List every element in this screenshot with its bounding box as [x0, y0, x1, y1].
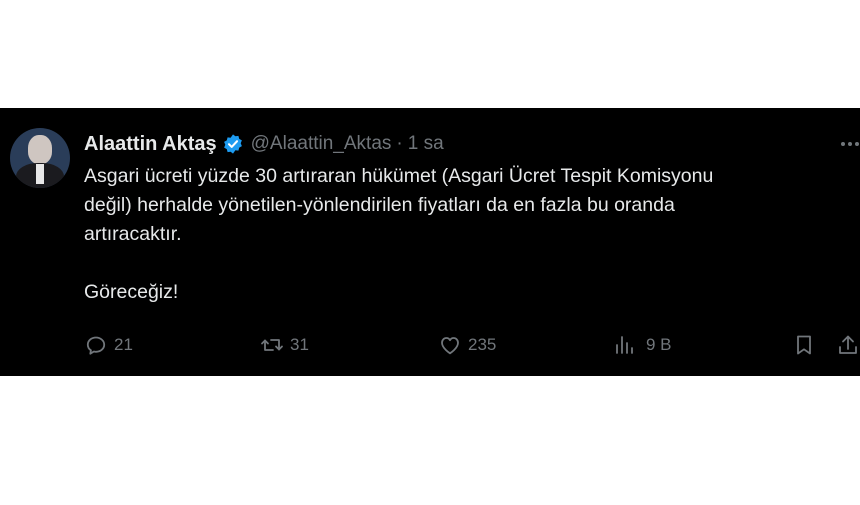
- author-handle[interactable]: @Alaattin_Aktas: [251, 133, 392, 155]
- share-button[interactable]: [836, 330, 860, 360]
- avatar-shirt: [36, 164, 44, 184]
- like-count: 235: [468, 335, 497, 354]
- retweet-button[interactable]: 31: [260, 330, 309, 360]
- avatar[interactable]: [10, 128, 70, 188]
- reply-icon: [86, 336, 106, 355]
- retweet-icon: [261, 339, 283, 351]
- tweet-card[interactable]: Alaattin Aktaş @Alaattin_Aktas · 1 sa As…: [0, 108, 860, 376]
- bookmark-icon: [797, 335, 811, 355]
- author-name[interactable]: Alaattin Aktaş: [84, 133, 217, 156]
- tweet-text: Asgari ücreti yüzde 30 artıraran hükümet…: [84, 162, 860, 307]
- reply-count: 21: [114, 335, 133, 354]
- retweet-count: 31: [290, 335, 309, 354]
- tweet-actions: 21 31 235 9 B: [0, 330, 860, 360]
- verified-badge-icon[interactable]: [222, 133, 244, 155]
- views-button[interactable]: 9 B: [612, 330, 672, 360]
- share-icon: [839, 335, 857, 354]
- views-chart-icon: [616, 336, 633, 354]
- tweet-text-line: değil) herhalde yönetilen-yönlendirilen …: [84, 194, 675, 216]
- reply-button[interactable]: 21: [84, 330, 133, 360]
- more-options-icon[interactable]: [838, 132, 860, 156]
- heart-icon: [441, 337, 459, 355]
- tweet-text-line: Göreceğiz!: [84, 281, 179, 303]
- views-count: 9 B: [646, 335, 672, 354]
- tweet-text-line: artıracaktır.: [84, 223, 182, 245]
- header-separator: ·: [396, 133, 403, 154]
- tweet-text-line: Asgari ücreti yüzde 30 artıraran hükümet…: [84, 165, 714, 187]
- like-button[interactable]: 235: [438, 330, 496, 360]
- bookmark-button[interactable]: [792, 330, 816, 360]
- tweet-timestamp[interactable]: 1 sa: [408, 133, 444, 155]
- tweet-header: Alaattin Aktaş @Alaattin_Aktas · 1 sa: [84, 132, 444, 156]
- avatar-head: [28, 135, 52, 164]
